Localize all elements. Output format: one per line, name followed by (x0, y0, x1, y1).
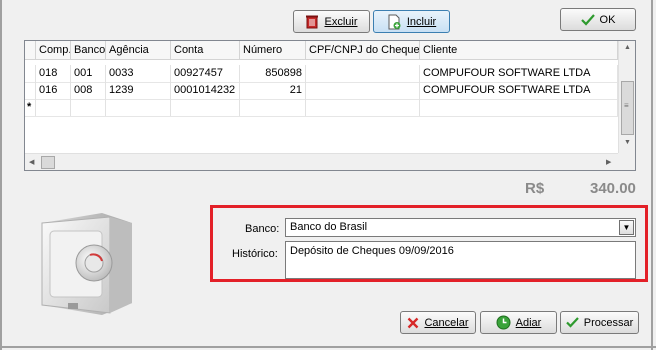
excluir-label: Excluir (324, 15, 358, 28)
cell-conta: 00927457 (171, 65, 240, 82)
historico-textarea[interactable]: Depósito de Cheques 09/09/2016 (285, 241, 636, 279)
cell-cpf (306, 99, 420, 116)
total-value: 340.00 (590, 180, 636, 197)
horizontal-scroll-thumb[interactable] (41, 156, 55, 169)
cell-agencia (106, 99, 171, 116)
new-row-marker: * (25, 99, 36, 116)
window-border-left (0, 0, 2, 350)
cancelar-button[interactable]: Cancelar (400, 311, 476, 334)
cell-comp (36, 99, 71, 116)
add-document-icon (387, 14, 402, 30)
grid-header: Comp. Banco Agência Conta Número CPF/CNP… (25, 41, 618, 60)
excluir-button[interactable]: Excluir (293, 10, 370, 33)
cell-numero: 21 (240, 82, 306, 99)
cell-cpf (306, 65, 420, 82)
horizontal-scrollbar[interactable]: ◀ ▶ (25, 153, 618, 170)
grip-icon: ≡ (624, 101, 629, 110)
processar-button[interactable]: Processar (560, 311, 639, 334)
banco-label: Banco: (245, 223, 280, 235)
column-header-numero[interactable]: Número (240, 41, 306, 59)
scroll-left-icon[interactable]: ◀ (29, 158, 34, 166)
incluir-button[interactable]: Incluir (373, 10, 450, 33)
ok-label: OK (599, 13, 616, 26)
table-row[interactable]: 018 001 0033 00927457 850898 COMPUFOUR S… (25, 65, 618, 83)
cell-agencia: 0033 (106, 65, 171, 82)
new-row[interactable]: * (25, 99, 618, 117)
cell-numero (240, 99, 306, 116)
row-indicator (25, 65, 36, 82)
adiar-label: Adiar (515, 316, 542, 329)
cell-banco: 001 (71, 65, 106, 82)
historico-label: Histórico: (232, 248, 278, 260)
row-indicator-header (25, 41, 36, 59)
cancelar-label: Cancelar (424, 316, 469, 329)
incluir-label: Incluir (406, 15, 437, 28)
total-currency: R$ (525, 180, 545, 197)
window-border-right (651, 0, 653, 350)
column-header-cpf[interactable]: CPF/CNPJ do Cheque (306, 41, 420, 59)
column-header-comp[interactable]: Comp. (36, 41, 71, 59)
banco-value: Banco do Brasil (290, 221, 368, 233)
table-row[interactable]: 016 008 1239 0001014232 21 COMPUFOUR SOF… (25, 82, 618, 100)
trash-icon (305, 14, 319, 29)
row-indicator (25, 82, 36, 99)
cell-banco: 008 (71, 82, 106, 99)
clock-icon (496, 315, 511, 330)
vertical-scrollbar[interactable]: ▲ ≡ ▼ (618, 41, 635, 153)
historico-value: Depósito de Cheques 09/09/2016 (290, 245, 454, 257)
cheques-grid[interactable]: Comp. Banco Agência Conta Número CPF/CNP… (24, 40, 636, 171)
cell-cliente (420, 99, 618, 116)
cell-agencia: 1239 (106, 82, 171, 99)
ok-button[interactable]: OK (560, 8, 636, 31)
scrollbar-corner (618, 153, 635, 170)
column-header-conta[interactable]: Conta (171, 41, 240, 59)
column-header-cliente[interactable]: Cliente (420, 41, 618, 59)
scroll-down-icon[interactable]: ▼ (624, 139, 631, 146)
processar-label: Processar (583, 316, 634, 329)
column-header-banco[interactable]: Banco (71, 41, 106, 59)
cell-conta (171, 99, 240, 116)
checkmark-icon (565, 317, 579, 328)
cell-comp: 016 (36, 82, 71, 99)
adiar-button[interactable]: Adiar (480, 311, 557, 334)
checkmark-icon (580, 13, 595, 26)
cell-conta: 0001014232 (171, 82, 240, 99)
cell-comp: 018 (36, 65, 71, 82)
cell-cliente: COMPUFOUR SOFTWARE LTDA (420, 65, 618, 82)
window-border-bottom (0, 346, 656, 348)
cell-banco (71, 99, 106, 116)
cell-cliente: COMPUFOUR SOFTWARE LTDA (420, 82, 618, 99)
column-header-agencia[interactable]: Agência (106, 41, 171, 59)
scroll-right-icon[interactable]: ▶ (606, 158, 611, 166)
banco-select[interactable]: Banco do Brasil ▼ (285, 218, 636, 237)
safe-icon (32, 205, 142, 320)
cell-cpf (306, 82, 420, 99)
chevron-down-icon[interactable]: ▼ (619, 220, 634, 235)
cell-numero: 850898 (240, 65, 306, 82)
scroll-up-icon[interactable]: ▲ (624, 44, 631, 51)
x-icon (407, 317, 419, 329)
